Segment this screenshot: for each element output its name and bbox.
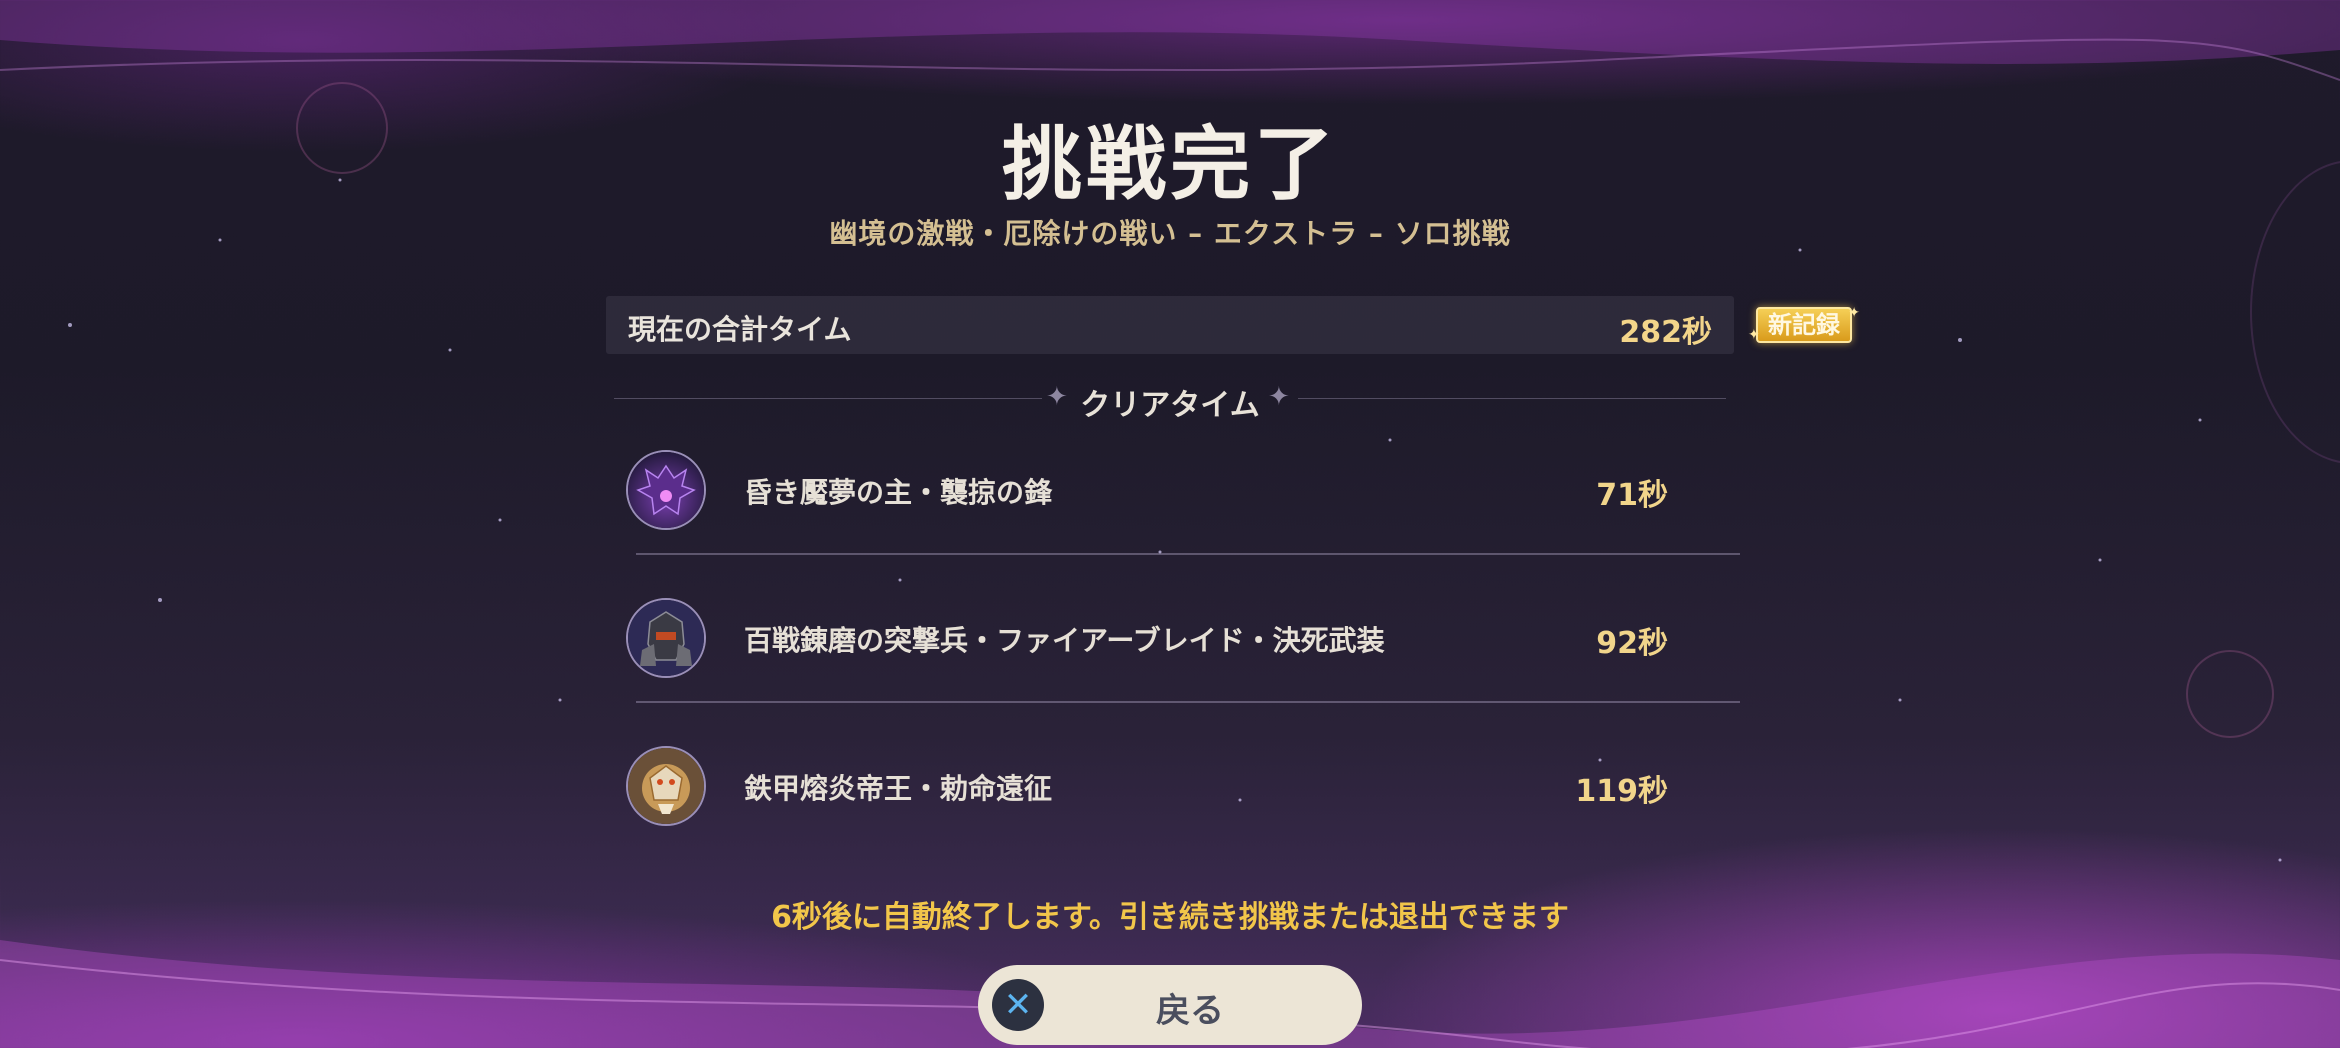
decorative-ring (2186, 650, 2274, 738)
new-record-badge: 新記録 ✦ ✦ (1748, 305, 1860, 343)
sparkle-icon: ✦ (1848, 305, 1860, 321)
back-button-label: 戻る (1156, 991, 1224, 1031)
boss-name: 昏き魘夢の主・襲掠の鋒 (744, 476, 1053, 509)
boss-clear-time: 119秒 (1575, 774, 1668, 809)
row-divider (636, 701, 1740, 703)
boss-clear-time: 92秒 (1596, 626, 1668, 661)
auto-exit-message: 6秒後に自動終了します。引き続き挑戦または退出できます (771, 900, 1569, 935)
lava-emperor-icon (626, 746, 706, 826)
boss-row: 百戦錬磨の突撃兵・ファイアーブレイド・決死武装 92秒 (626, 594, 1740, 684)
new-record-label: 新記録 (1768, 311, 1840, 339)
row-divider (636, 553, 1740, 555)
four-point-star-icon: ✦ (1268, 382, 1290, 412)
back-button[interactable]: ✕ 戻る (978, 965, 1362, 1045)
armored-soldier-icon (626, 598, 706, 678)
total-time-label: 現在の合計タイム (628, 313, 852, 346)
boss-name: 鉄甲熔炎帝王・勅命遠征 (744, 772, 1053, 805)
clear-time-divider: ✦ クリアタイム ✦ (614, 378, 1726, 423)
challenge-subtitle: 幽境の激戦・厄除けの戦い – エクストラ – ソロ挑戦 (829, 217, 1511, 250)
shadow-dragon-icon (626, 450, 706, 530)
boss-row: 鉄甲熔炎帝王・勅命遠征 119秒 (626, 742, 1740, 832)
boss-row: 昏き魘夢の主・襲掠の鋒 71秒 (626, 446, 1740, 536)
divider-line-right (1298, 398, 1726, 399)
clear-time-label: クリアタイム (1080, 388, 1260, 423)
total-time-value: 282秒 (1619, 315, 1712, 350)
boss-clear-time: 71秒 (1596, 478, 1668, 513)
total-time-bar: 現在の合計タイム 282秒 (606, 296, 1734, 354)
boss-name: 百戦錬磨の突撃兵・ファイアーブレイド・決死武装 (744, 624, 1385, 657)
sparkle-icon: ✦ (1748, 327, 1760, 343)
page-title: 挑戦完了 (1002, 118, 1338, 211)
